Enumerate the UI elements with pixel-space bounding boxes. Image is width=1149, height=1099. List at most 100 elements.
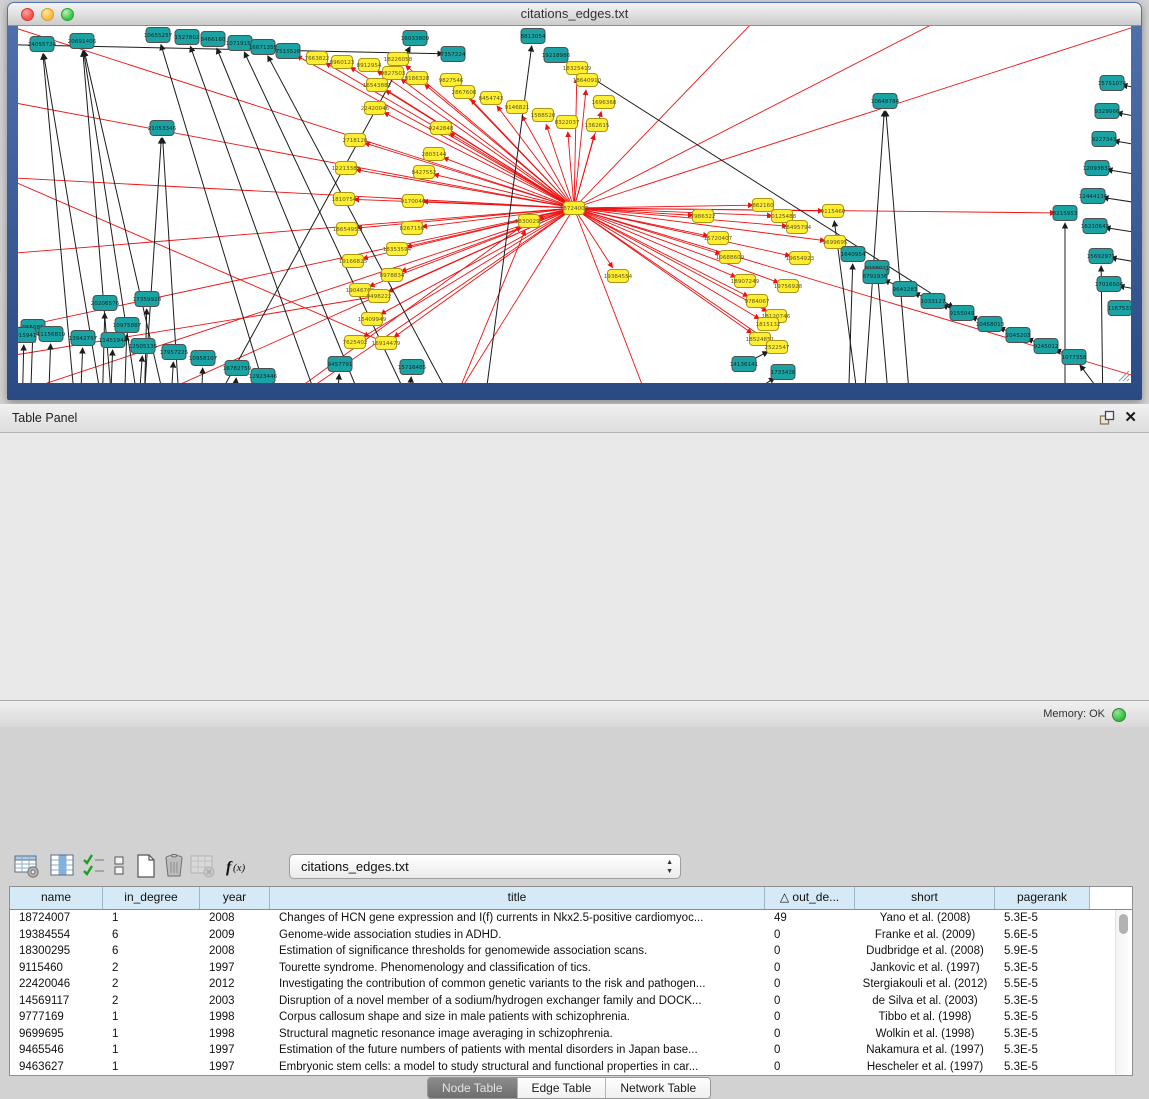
delete-table-icon[interactable] — [190, 853, 218, 881]
graph-node[interactable]: 20206576 — [91, 296, 120, 311]
tab-edge-table[interactable]: Edge Table — [518, 1078, 607, 1098]
table-cell[interactable]: 5.3E-5 — [995, 962, 1090, 974]
graph-node[interactable]: 8466160 — [201, 32, 226, 47]
graph-node[interactable]: 8215953 — [1053, 206, 1078, 221]
float-panel-icon[interactable] — [1099, 410, 1115, 426]
table-mode-icon[interactable] — [14, 853, 42, 881]
graph-node[interactable]: 7625402 — [343, 336, 368, 349]
scrollbar-thumb[interactable] — [1119, 914, 1128, 934]
table-cell[interactable]: Investigating the contribution of common… — [270, 978, 765, 990]
table-row[interactable]: 946554611997Estimation of the future num… — [10, 1042, 1132, 1059]
graph-node[interactable]: 14136141 — [730, 357, 759, 372]
table-cell[interactable]: 0 — [765, 995, 855, 1007]
citation-edge[interactable] — [443, 158, 574, 208]
table-cell[interactable]: 5.3E-5 — [995, 1028, 1090, 1040]
table-cell[interactable]: 1997 — [200, 962, 270, 974]
table-cell[interactable]: 5.3E-5 — [995, 1044, 1090, 1056]
table-cell[interactable]: Structural magnetic resonance image aver… — [270, 1028, 765, 1040]
graph-node[interactable]: 7663822 — [305, 52, 330, 65]
graph-node[interactable]: 18495794 — [783, 221, 812, 234]
table-cell[interactable]: 9463627 — [10, 1061, 103, 1073]
graph-node[interactable]: 18226058 — [384, 53, 413, 66]
table-row[interactable]: 1456911722003Disruption of a novel membe… — [10, 993, 1132, 1010]
graph-node[interactable]: 1588520 — [531, 109, 556, 122]
graph-node[interactable]: 16033809 — [401, 31, 430, 46]
graph-node[interactable]: 11451944 — [99, 333, 128, 348]
table-cell[interactable]: 5.3E-5 — [995, 1011, 1090, 1023]
graph-node[interactable]: 10458013 — [976, 317, 1005, 332]
table-cell[interactable]: Tibbo et al. (1998) — [855, 1011, 995, 1023]
graph-node[interactable]: 18907249 — [731, 275, 760, 288]
table-cell[interactable]: Wolkin et al. (1998) — [855, 1028, 995, 1040]
table-cell[interactable]: 5.3E-5 — [995, 912, 1090, 924]
citation-edge[interactable] — [446, 230, 525, 383]
graph-node[interactable]: 18724007 — [560, 202, 589, 215]
graph-node[interactable]: 1733426 — [771, 365, 796, 380]
graph-node[interactable]: 1527802 — [175, 30, 200, 45]
graph-node[interactable]: 16671355 — [249, 40, 278, 55]
graph-node[interactable]: 10655257 — [144, 28, 173, 43]
table-cell[interactable]: 18724007 — [10, 912, 103, 924]
graph-node[interactable]: 8960123 — [330, 56, 355, 69]
citation-edge[interactable] — [718, 378, 775, 383]
graph-node[interactable]: 9329966 — [1095, 104, 1120, 119]
citation-edge[interactable] — [568, 132, 574, 208]
graph-node[interactable]: 19166825 — [339, 255, 368, 268]
table-select[interactable]: citations_edges.txt ▲▼ — [289, 854, 681, 879]
graph-node[interactable]: 15716485 — [398, 360, 427, 375]
table-row[interactable]: 1872400712008Changes of HCN gene express… — [10, 910, 1132, 927]
graph-node[interactable]: 10975887 — [113, 318, 142, 333]
graph-node[interactable]: 15409949 — [358, 313, 387, 326]
citation-edge[interactable] — [574, 205, 753, 208]
graph-node[interactable]: 9498222 — [367, 290, 392, 303]
graph-node[interactable]: 10648784 — [871, 94, 900, 109]
citation-edge[interactable] — [848, 264, 853, 383]
citation-edge[interactable] — [201, 368, 203, 383]
table-cell[interactable]: 1997 — [200, 1061, 270, 1073]
graph-node[interactable]: 12444134 — [1079, 189, 1108, 204]
table-cell[interactable]: de Silva et al. (2003) — [855, 995, 995, 1007]
table-cell[interactable]: 0 — [765, 1028, 855, 1040]
graph-node[interactable]: 8322037 — [555, 116, 580, 129]
graph-node[interactable]: 13942757 — [69, 331, 98, 346]
citation-edge[interactable] — [233, 378, 236, 383]
column-header-in-degree[interactable]: in_degree — [103, 887, 200, 909]
citation-edge[interactable] — [574, 208, 779, 283]
column-header-out-de-[interactable]: △ out_de... — [765, 887, 855, 909]
graph-node[interactable]: 18300295 — [515, 215, 544, 228]
citation-edge[interactable] — [408, 377, 411, 383]
graph-node[interactable]: 18353594 — [383, 243, 412, 256]
graph-node[interactable]: 20691406 — [68, 34, 97, 49]
memory-indicator-icon[interactable] — [1112, 708, 1126, 722]
window-titlebar[interactable]: citations_edges.txt — [8, 3, 1141, 26]
table-cell[interactable]: 0 — [765, 962, 855, 974]
table-cell[interactable]: 1 — [103, 1028, 200, 1040]
graph-node[interactable]: 1815132 — [756, 318, 781, 331]
citation-edge[interactable] — [886, 111, 911, 383]
table-cell[interactable]: Tourette syndrome. Phenomenology and cla… — [270, 962, 765, 974]
graph-node[interactable]: 12505135 — [129, 339, 158, 354]
table-cell[interactable]: 1998 — [200, 1028, 270, 1040]
graph-node[interactable]: 1167533 — [1108, 301, 1131, 316]
graph-node[interactable]: 24055724 — [28, 37, 57, 52]
column-header-pagerank[interactable]: pagerank — [995, 887, 1090, 909]
table-cell[interactable]: 1 — [103, 912, 200, 924]
graph-node[interactable]: 9155049 — [950, 306, 975, 321]
table-cell[interactable]: Disruption of a novel member of a sodium… — [270, 995, 765, 1007]
citation-graph[interactable]: 1872400789601238912954182260589827503818… — [18, 26, 1131, 383]
citation-edge[interactable] — [1080, 365, 1118, 383]
table-cell[interactable]: 2012 — [200, 978, 270, 990]
table-cell[interactable]: Jankovic et al. (1997) — [855, 962, 995, 974]
table-cell[interactable]: 2 — [103, 962, 200, 974]
graph-node[interactable]: 16782759 — [223, 361, 252, 376]
table-cell[interactable]: 19384554 — [10, 929, 103, 941]
citation-edge[interactable] — [574, 26, 778, 208]
table-cell[interactable]: 2008 — [200, 945, 270, 957]
table-cell[interactable]: 0 — [765, 1044, 855, 1056]
close-button[interactable] — [21, 8, 34, 21]
column-header-short[interactable]: short — [855, 887, 995, 909]
citation-edge[interactable] — [170, 362, 173, 383]
graph-node[interactable]: 15751074 — [1098, 76, 1127, 91]
table-cell[interactable]: 2 — [103, 978, 200, 990]
citation-edge[interactable] — [217, 48, 368, 383]
